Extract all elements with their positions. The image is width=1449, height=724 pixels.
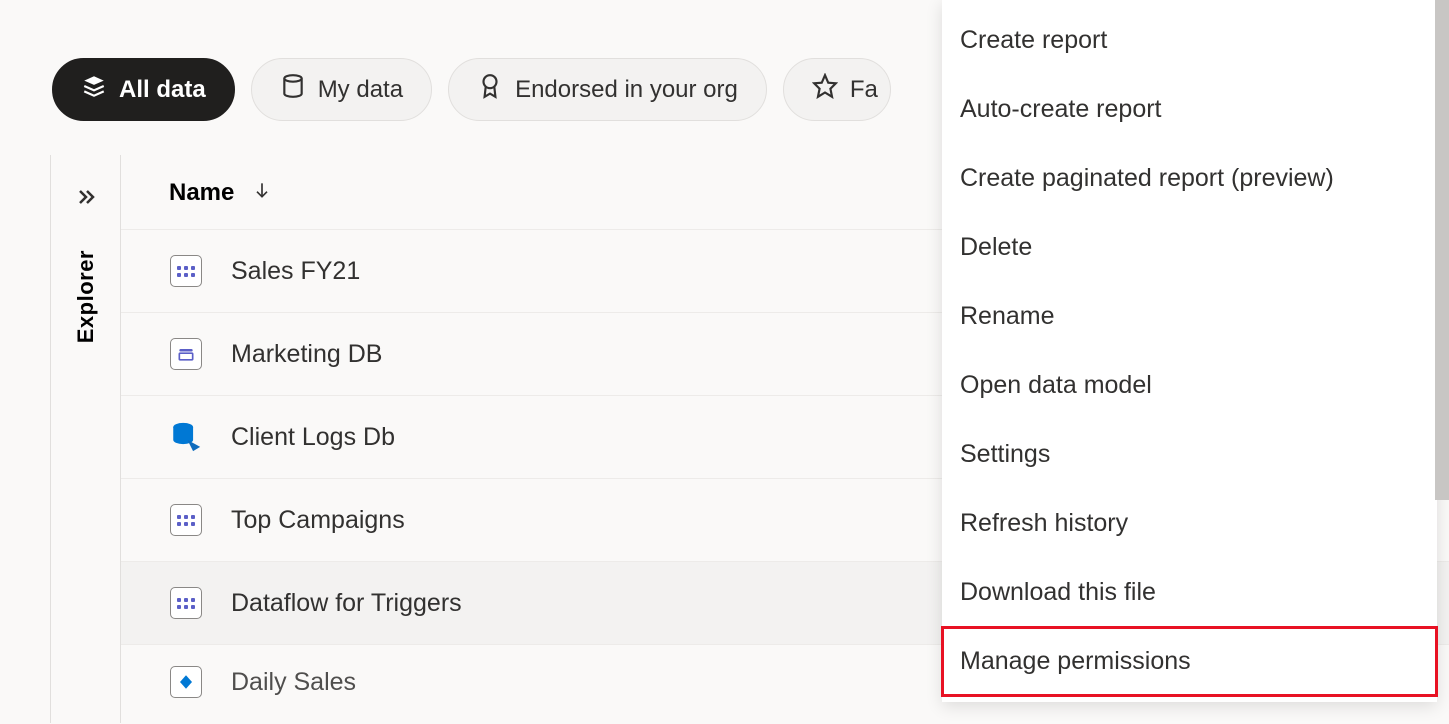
item-label: Daily Sales	[231, 668, 356, 697]
filter-label: All data	[119, 76, 206, 104]
dataset-icon	[169, 503, 203, 537]
item-label: Top Campaigns	[231, 506, 405, 535]
menu-item-delete[interactable]: Delete	[942, 213, 1437, 282]
filter-all-data[interactable]: All data	[52, 58, 235, 121]
menu-item-create-report[interactable]: Create report	[942, 6, 1437, 75]
filter-label: Fa	[850, 76, 878, 104]
menu-item-refresh-history[interactable]: Refresh history	[942, 489, 1437, 558]
explorer-rail: Explorer	[51, 155, 121, 723]
item-label: Marketing DB	[231, 340, 382, 369]
column-header-label: Name	[169, 179, 234, 207]
filter-favorites[interactable]: Fa	[783, 58, 891, 121]
expand-icon[interactable]	[74, 185, 98, 214]
filter-label: Endorsed in your org	[515, 76, 738, 104]
scrollbar[interactable]	[1435, 0, 1449, 500]
ribbon-icon	[477, 73, 503, 106]
menu-item-manage-permissions[interactable]: Manage permissions	[942, 627, 1437, 696]
stack-icon	[81, 73, 107, 106]
menu-item-download-file[interactable]: Download this file	[942, 558, 1437, 627]
context-menu: Create report Auto-create report Create …	[942, 0, 1437, 702]
sort-arrow-down-icon	[252, 179, 272, 207]
item-label: Sales FY21	[231, 257, 360, 286]
dataset-icon	[169, 254, 203, 288]
menu-item-open-data-model[interactable]: Open data model	[942, 351, 1437, 420]
filter-endorsed[interactable]: Endorsed in your org	[448, 58, 767, 121]
dataflow-icon	[169, 665, 203, 699]
item-label: Client Logs Db	[231, 423, 395, 452]
menu-item-rename[interactable]: Rename	[942, 282, 1437, 351]
menu-item-settings[interactable]: Settings	[942, 420, 1437, 489]
filter-label: My data	[318, 76, 403, 104]
datamart-icon	[169, 337, 203, 371]
menu-item-create-paginated-report[interactable]: Create paginated report (preview)	[942, 144, 1437, 213]
warehouse-icon	[169, 420, 203, 454]
database-icon	[280, 73, 306, 106]
explorer-label: Explorer	[73, 250, 99, 343]
filter-my-data[interactable]: My data	[251, 58, 432, 121]
star-icon	[812, 73, 838, 106]
dataset-icon	[169, 586, 203, 620]
menu-item-auto-create-report[interactable]: Auto-create report	[942, 75, 1437, 144]
item-label: Dataflow for Triggers	[231, 589, 462, 618]
